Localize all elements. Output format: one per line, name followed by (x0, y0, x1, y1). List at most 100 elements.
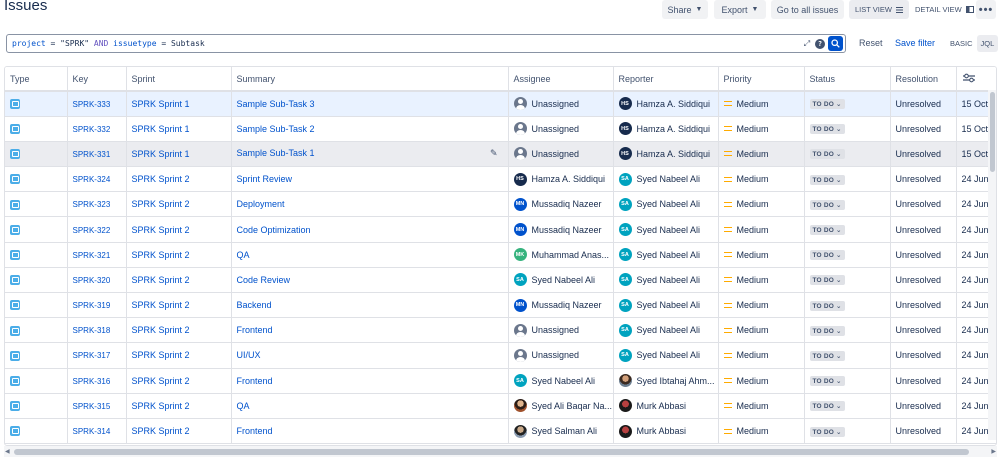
sprint-link[interactable]: SPRK Sprint 2 (132, 376, 190, 386)
priority-cell[interactable]: Medium (718, 393, 805, 419)
reporter-cell[interactable]: Murk Abbasi (613, 418, 719, 445)
jql-search-input[interactable]: project = "SPRK" AND issuetype = Subtask… (6, 34, 846, 53)
reporter-cell[interactable]: SA Syed Nabeel Ali (613, 342, 719, 369)
assignee-cell[interactable]: HS Hamza A. Siddiqui (508, 166, 614, 193)
status-cell[interactable]: TO DO ⌄ (804, 116, 891, 142)
status-cell[interactable]: TO DO ⌄ (804, 418, 891, 445)
summary-link[interactable]: QA (237, 250, 250, 260)
export-button[interactable]: Export ▼ (714, 0, 766, 19)
key-cell[interactable]: SPRK-321 (67, 242, 127, 268)
sprint-cell[interactable]: SPRK Sprint 2 (126, 342, 232, 369)
reporter-cell[interactable]: SA Syed Nabeel Ali (613, 242, 719, 268)
status-cell[interactable]: TO DO ⌄ (804, 216, 891, 243)
sprint-cell[interactable]: SPRK Sprint 2 (126, 368, 232, 394)
issue-key-link[interactable]: SPRK-315 (73, 402, 111, 411)
assignee-cell[interactable]: Unassigned (508, 141, 614, 168)
key-cell[interactable]: SPRK-333 (67, 91, 127, 117)
priority-cell[interactable]: Medium (718, 116, 805, 142)
table-row[interactable]: SPRK-318 SPRK Sprint 2 Frontend Unassigned S… (5, 317, 996, 344)
go-to-all-issues-button[interactable]: Go to all issues (771, 0, 844, 19)
summary-cell[interactable]: Frontend (231, 418, 509, 445)
issue-key-link[interactable]: SPRK-319 (73, 301, 111, 310)
issue-key-link[interactable]: SPRK-332 (73, 125, 111, 134)
key-cell[interactable]: SPRK-332 (67, 116, 127, 142)
reporter-cell[interactable]: Murk Abbasi (613, 393, 719, 419)
sprint-cell[interactable]: SPRK Sprint 1 (126, 141, 232, 168)
issue-key-link[interactable]: SPRK-321 (73, 251, 111, 260)
summary-cell[interactable]: QA (231, 242, 509, 268)
issue-key-link[interactable]: SPRK-316 (73, 377, 111, 386)
summary-link[interactable]: Sprint Review (237, 174, 293, 184)
priority-cell[interactable]: Medium (718, 141, 805, 168)
sprint-link[interactable]: SPRK Sprint 2 (132, 426, 190, 436)
table-row[interactable]: SPRK-314 SPRK Sprint 2 Frontend Syed Salman… (5, 418, 996, 445)
status-cell[interactable]: TO DO ⌄ (804, 267, 891, 294)
list-view-button[interactable]: LIST VIEW (849, 0, 909, 19)
issue-key-link[interactable]: SPRK-320 (73, 276, 111, 285)
status-dropdown[interactable]: TO DO ⌄ (809, 149, 845, 160)
column-header-sprint[interactable]: Sprint (126, 67, 232, 92)
reporter-cell[interactable]: HS Hamza A. Siddiqui (613, 116, 719, 142)
priority-cell[interactable]: Medium (718, 91, 805, 117)
summary-cell[interactable]: Sample Sub-Task 3 (231, 91, 509, 117)
assignee-cell[interactable]: Unassigned (508, 342, 614, 369)
status-cell[interactable]: TO DO ⌄ (804, 141, 891, 168)
key-cell[interactable]: SPRK-317 (67, 342, 127, 369)
key-cell[interactable]: SPRK-316 (67, 368, 127, 394)
issue-key-link[interactable]: SPRK-333 (73, 100, 111, 109)
key-cell[interactable]: SPRK-331 (67, 141, 127, 168)
column-header-status[interactable]: Status (804, 67, 891, 92)
column-header-key[interactable]: Key (67, 67, 127, 92)
issue-key-link[interactable]: SPRK-314 (73, 427, 111, 436)
summary-link[interactable]: QA (237, 401, 250, 411)
reporter-cell[interactable]: HS Hamza A. Siddiqui (613, 141, 719, 168)
summary-cell[interactable]: Sample Sub-Task 2 (231, 116, 509, 142)
status-dropdown[interactable]: TO DO ⌄ (809, 174, 845, 185)
assignee-cell[interactable]: Unassigned (508, 91, 614, 117)
scroll-right-icon[interactable]: ▶ (991, 448, 996, 455)
more-actions-button[interactable]: ••• (976, 0, 996, 19)
summary-cell[interactable]: UI/UX (231, 342, 509, 369)
column-header-type[interactable]: Type (5, 67, 68, 92)
scrollbar-thumb[interactable] (14, 449, 969, 455)
detail-view-button[interactable]: DETAIL VIEW (908, 0, 980, 19)
sprint-cell[interactable]: SPRK Sprint 2 (126, 393, 232, 419)
table-row[interactable]: SPRK-320 SPRK Sprint 2 Code Review SA Syed N… (5, 267, 996, 294)
column-header-priority[interactable]: Priority (718, 67, 805, 92)
summary-link[interactable]: UI/UX (237, 350, 261, 360)
assignee-cell[interactable]: SA Syed Nabeel Ali (508, 267, 614, 294)
table-row[interactable]: SPRK-333 SPRK Sprint 1 Sample Sub-Task 3 Un… (5, 91, 996, 117)
sprint-cell[interactable]: SPRK Sprint 2 (126, 418, 232, 445)
status-cell[interactable]: TO DO ⌄ (804, 317, 891, 344)
sprint-link[interactable]: SPRK Sprint 2 (132, 275, 190, 285)
vertical-scrollbar[interactable] (988, 90, 996, 440)
status-dropdown[interactable]: TO DO ⌄ (809, 99, 845, 110)
summary-link[interactable]: Sample Sub-Task 1 (237, 148, 315, 158)
key-cell[interactable]: SPRK-319 (67, 292, 127, 319)
expand-icon[interactable]: ⤢ (802, 39, 812, 49)
assignee-cell[interactable]: MK Muhammad Anas... (508, 242, 614, 268)
sprint-link[interactable]: SPRK Sprint 2 (132, 401, 190, 411)
priority-cell[interactable]: Medium (718, 191, 805, 218)
reporter-cell[interactable]: SA Syed Nabeel Ali (613, 191, 719, 218)
summary-link[interactable]: Code Review (237, 275, 291, 285)
key-cell[interactable]: SPRK-322 (67, 216, 127, 243)
table-row[interactable]: SPRK-322 SPRK Sprint 2 Code Optimization MN… (5, 216, 996, 243)
reporter-cell[interactable]: HS Hamza A. Siddiqui (613, 91, 719, 117)
priority-cell[interactable]: Medium (718, 368, 805, 394)
issue-key-link[interactable]: SPRK-331 (73, 150, 111, 159)
key-cell[interactable]: SPRK-318 (67, 317, 127, 344)
issue-key-link[interactable]: SPRK-318 (73, 326, 111, 335)
reporter-cell[interactable]: SA Syed Nabeel Ali (613, 267, 719, 294)
summary-link[interactable]: Sample Sub-Task 2 (237, 124, 315, 134)
reset-button[interactable]: Reset (859, 38, 883, 48)
key-cell[interactable]: SPRK-315 (67, 393, 127, 419)
summary-link[interactable]: Frontend (237, 325, 273, 335)
priority-cell[interactable]: Medium (718, 317, 805, 344)
status-dropdown[interactable]: TO DO ⌄ (809, 124, 845, 135)
reporter-cell[interactable]: SA Syed Nabeel Ali (613, 166, 719, 193)
sprint-link[interactable]: SPRK Sprint 2 (132, 325, 190, 335)
reporter-cell[interactable]: SA Syed Nabeel Ali (613, 292, 719, 319)
issue-key-link[interactable]: SPRK-324 (73, 175, 111, 184)
reporter-cell[interactable]: SA Syed Nabeel Ali (613, 216, 719, 243)
